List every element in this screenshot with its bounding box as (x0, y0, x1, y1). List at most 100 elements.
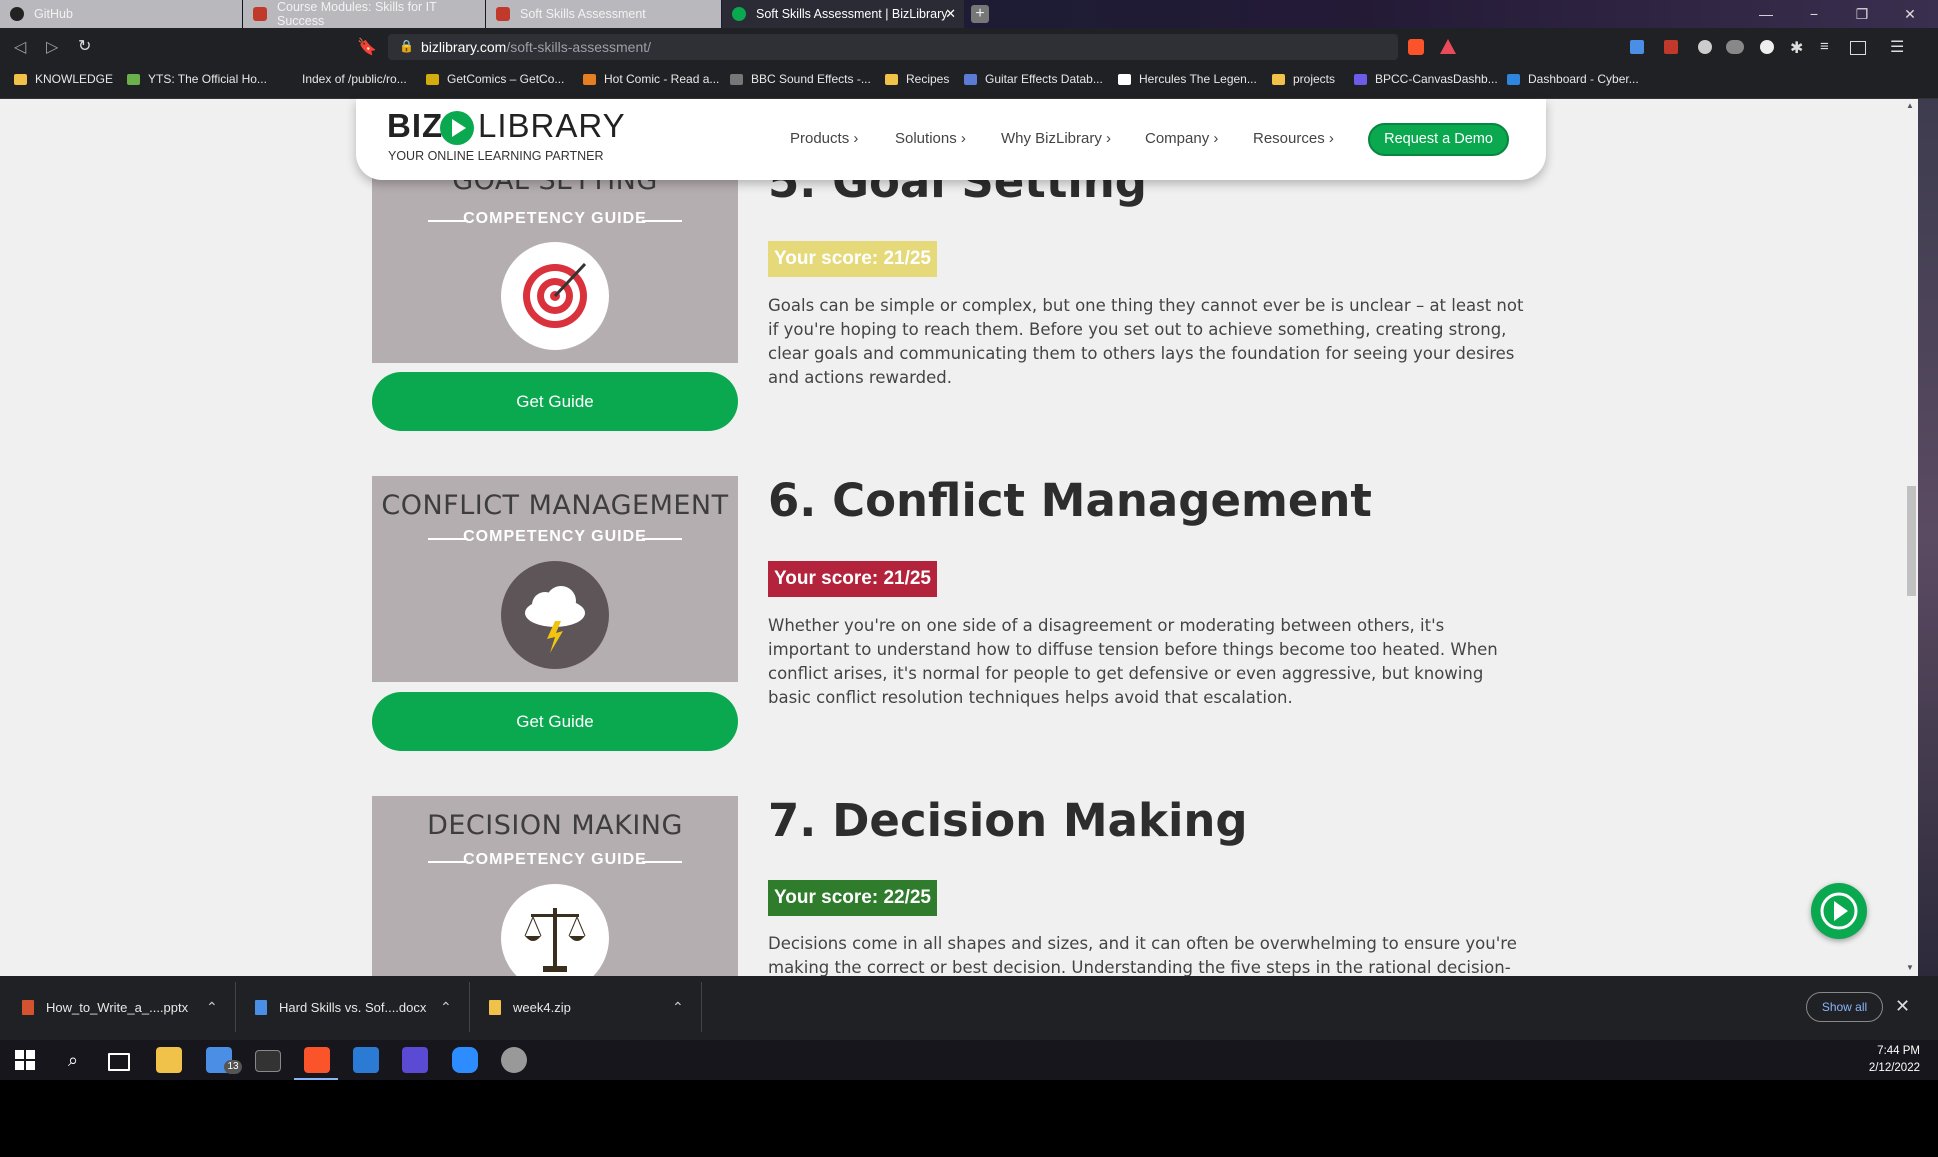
canvas-icon (496, 7, 510, 21)
getcomics-icon (426, 73, 439, 85)
score-badge: Your score: 21/25 (768, 241, 938, 277)
scrollbar-thumb[interactable] (1907, 486, 1916, 596)
minimize-icon[interactable]: — (1742, 0, 1790, 28)
conflict-management-guide-image: CONFLICT MANAGEMENT COMPETENCY GUIDE (372, 476, 738, 682)
bookmark-knowledge[interactable]: KNOWLEDGE (14, 72, 113, 86)
forward-icon[interactable]: ▷ (46, 37, 58, 57)
minimize-button[interactable]: − (1790, 0, 1838, 28)
intellij-icon[interactable] (402, 1047, 428, 1073)
back-icon[interactable]: ◁ (14, 37, 26, 57)
score-badge: Your score: 21/25 (768, 561, 938, 597)
menu-icon[interactable]: ☰ (1890, 37, 1904, 57)
extension-circle-icon[interactable] (1760, 40, 1774, 54)
logo-biz-text[interactable]: BIZ (387, 107, 443, 145)
restore-icon[interactable]: ❐ (1838, 0, 1886, 28)
windows-taskbar (0, 1040, 1938, 1080)
section-description: Decisions come in all shapes and sizes, … (768, 934, 1517, 976)
close-downloads-icon[interactable]: ✕ (1895, 996, 1910, 1017)
scroll-down-icon[interactable]: ▼ (1906, 963, 1914, 972)
yts-icon (127, 73, 140, 85)
nav-products[interactable]: Products › (790, 130, 858, 147)
scales-icon (501, 884, 609, 976)
extension-translate-icon[interactable] (1630, 40, 1644, 54)
close-tab-icon[interactable]: ✕ (945, 6, 956, 22)
guide-image-subtitle: COMPETENCY GUIDE (463, 210, 647, 227)
download-item-docx[interactable]: Hard Skills vs. Sof....docx (255, 1000, 426, 1015)
github-icon (10, 7, 24, 21)
tab-github[interactable]: GitHub (0, 0, 242, 28)
task-view-icon[interactable] (108, 1053, 130, 1071)
tab-course-modules[interactable]: Course Modules: Skills for IT Success (243, 0, 485, 28)
folder-icon (885, 73, 898, 85)
nav-resources[interactable]: Resources › (1253, 130, 1334, 147)
nav-why-bizlibrary[interactable]: Why BizLibrary › (1001, 130, 1111, 147)
tab-bizlibrary-active[interactable]: Soft Skills Assessment | BizLibrary ✕ (722, 0, 964, 28)
bookmark-index-public[interactable]: Index of /public/ro... (302, 72, 407, 86)
guitar-effects-icon (964, 73, 977, 85)
url-text[interactable]: bizlibrary.com/soft-skills-assessment/ (421, 39, 651, 55)
new-tab-button[interactable]: + (971, 5, 989, 23)
search-icon[interactable]: ⌕ (60, 1047, 86, 1073)
cyber-dashboard-icon (1507, 73, 1520, 85)
chevron-up-icon[interactable]: ⌃ (440, 999, 452, 1016)
extension-gear-icon[interactable] (1698, 40, 1712, 54)
request-demo-button[interactable]: Request a Demo (1368, 123, 1509, 156)
desktop-edge (1918, 99, 1938, 976)
extension-s-icon[interactable] (1664, 40, 1678, 54)
tab-soft-skills[interactable]: Soft Skills Assessment (486, 0, 721, 28)
canvas-icon (253, 7, 267, 21)
bookmark-recipes[interactable]: Recipes (885, 72, 949, 86)
reload-icon[interactable]: ↻ (78, 36, 91, 56)
get-guide-button[interactable]: Get Guide (372, 372, 738, 431)
windows-start-icon[interactable] (12, 1047, 38, 1073)
bookmark-bpcc-canvas[interactable]: BPCC-CanvasDashb... (1354, 72, 1498, 86)
screen-bottom-area (0, 1080, 1938, 1157)
floating-play-button[interactable] (1811, 883, 1867, 939)
bookmark-dashboard-cyber[interactable]: Dashboard - Cyber... (1507, 72, 1639, 86)
download-item-pptx[interactable]: How_to_Write_a_....pptx (22, 1000, 188, 1015)
divider (469, 982, 470, 1032)
show-all-downloads-button[interactable]: Show all (1806, 992, 1883, 1022)
section-heading: 7. Decision Making (768, 794, 1248, 847)
pptx-file-icon (22, 1000, 34, 1015)
logo-play-icon[interactable] (440, 111, 474, 145)
lock-icon: 🔒 (399, 39, 414, 53)
download-item-zip[interactable]: week4.zip (489, 1000, 571, 1015)
guide-image-title: DECISION MAKING (427, 810, 683, 841)
section-heading: 6. Conflict Management (768, 474, 1372, 527)
extension-w-icon[interactable] (1726, 40, 1744, 54)
brave-shields-icon[interactable] (1408, 39, 1424, 55)
terminal-icon[interactable] (255, 1050, 281, 1072)
bookmark-getcomics[interactable]: GetComics – GetCo... (426, 72, 564, 86)
bookmark-hercules[interactable]: Hercules The Legen... (1118, 72, 1257, 86)
decision-making-guide-image: DECISION MAKING COMPETENCY GUIDE (372, 796, 738, 976)
vscode-icon[interactable] (353, 1047, 379, 1073)
get-guide-button[interactable]: Get Guide (372, 692, 738, 751)
wallet-icon[interactable] (1850, 41, 1866, 55)
app-icon[interactable] (501, 1047, 527, 1073)
logo-library-text[interactable]: LIBRARY (478, 107, 626, 145)
bookmark-guitar-effects[interactable]: Guitar Effects Datab... (964, 72, 1103, 86)
scroll-up-icon[interactable]: ▲ (1906, 101, 1914, 110)
file-explorer-icon[interactable] (156, 1047, 182, 1073)
storm-cloud-icon (501, 561, 609, 669)
bookmark-yts[interactable]: YTS: The Official Ho... (127, 72, 267, 86)
bookmark-bbc-sound[interactable]: BBC Sound Effects -... (730, 72, 871, 86)
media-queue-icon[interactable]: ≡ (1820, 38, 1829, 55)
nav-company[interactable]: Company › (1145, 130, 1218, 147)
target-icon (501, 242, 609, 350)
score-badge: Your score: 22/25 (768, 880, 938, 916)
system-clock[interactable]: 7:44 PM 2/12/2022 (1840, 1043, 1920, 1077)
extensions-puzzle-icon[interactable]: ✱ (1790, 38, 1803, 58)
chevron-up-icon[interactable]: ⌃ (206, 999, 218, 1016)
close-window-icon[interactable]: ✕ (1886, 0, 1934, 28)
chevron-up-icon[interactable]: ⌃ (672, 999, 684, 1016)
bookmark-icon[interactable]: 🔖 (357, 37, 377, 57)
zoom-icon[interactable] (452, 1047, 478, 1073)
brave-rewards-icon[interactable] (1440, 39, 1456, 54)
bookmark-projects[interactable]: projects (1272, 72, 1335, 86)
bookmark-hot-comic[interactable]: Hot Comic - Read a... (583, 72, 719, 86)
zip-file-icon (489, 1000, 501, 1015)
nav-solutions[interactable]: Solutions › (895, 130, 966, 147)
brave-browser-icon[interactable] (304, 1047, 330, 1073)
